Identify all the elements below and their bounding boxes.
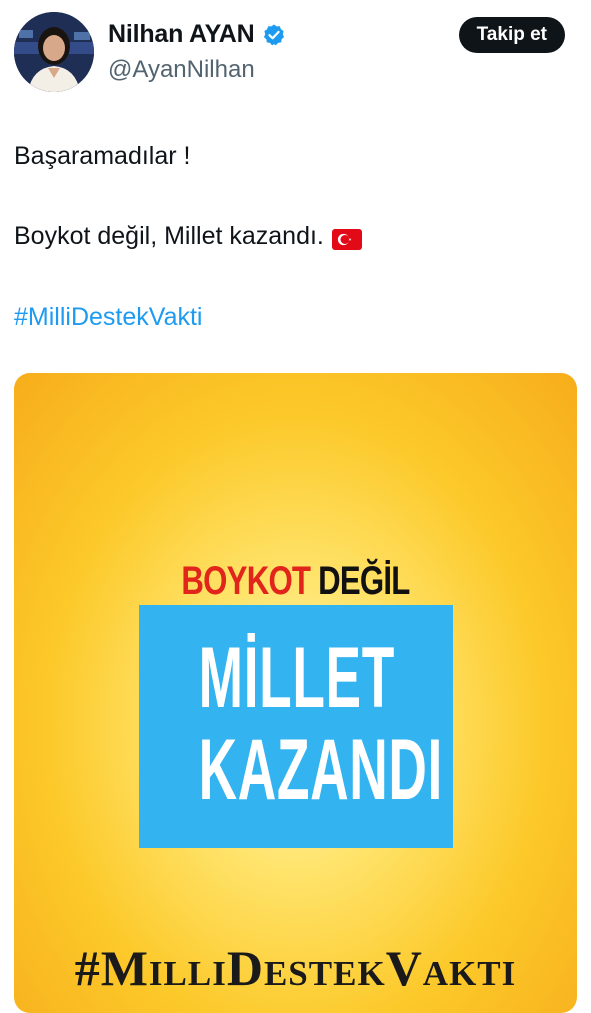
follow-button[interactable]: Takip et <box>458 17 565 53</box>
display-name[interactable]: Nilhan AYAN <box>108 20 255 49</box>
hashtag-link[interactable]: #MilliDestekVakti <box>14 302 202 332</box>
tweet-text-line-2-text: Boykot değil, Millet kazandı. <box>14 222 324 250</box>
tweet-header: Nilhan AYAN @AyanNilhan Takip et <box>0 0 591 110</box>
media-hashtag-banner: #MilliDestekVakti <box>74 940 517 996</box>
avatar[interactable] <box>14 12 94 92</box>
kazandi-text: KAZANDI <box>198 722 443 818</box>
boykot-degil-heading: BOYKOT DEĞİL <box>76 559 515 604</box>
millet-text: MİLLET <box>198 630 395 726</box>
tweet-media-image[interactable]: BOYKOT DEĞİL MİLLET KAZANDI #MilliDestek… <box>14 373 577 1013</box>
degil-word: DEĞİL <box>318 559 410 603</box>
tweet-text-line-1: Başaramadılar ! <box>14 142 191 170</box>
turkey-flag-icon <box>331 227 362 250</box>
boykot-word: BOYKOT <box>181 559 311 603</box>
tweet-text-line-2: Boykot değil, Millet kazandı. <box>14 221 362 251</box>
name-row: Nilhan AYAN <box>108 20 286 49</box>
verified-badge-icon <box>262 23 286 47</box>
millet-kazandi-box: MİLLET KAZANDI <box>139 605 453 848</box>
user-handle[interactable]: @AyanNilhan <box>108 56 255 84</box>
